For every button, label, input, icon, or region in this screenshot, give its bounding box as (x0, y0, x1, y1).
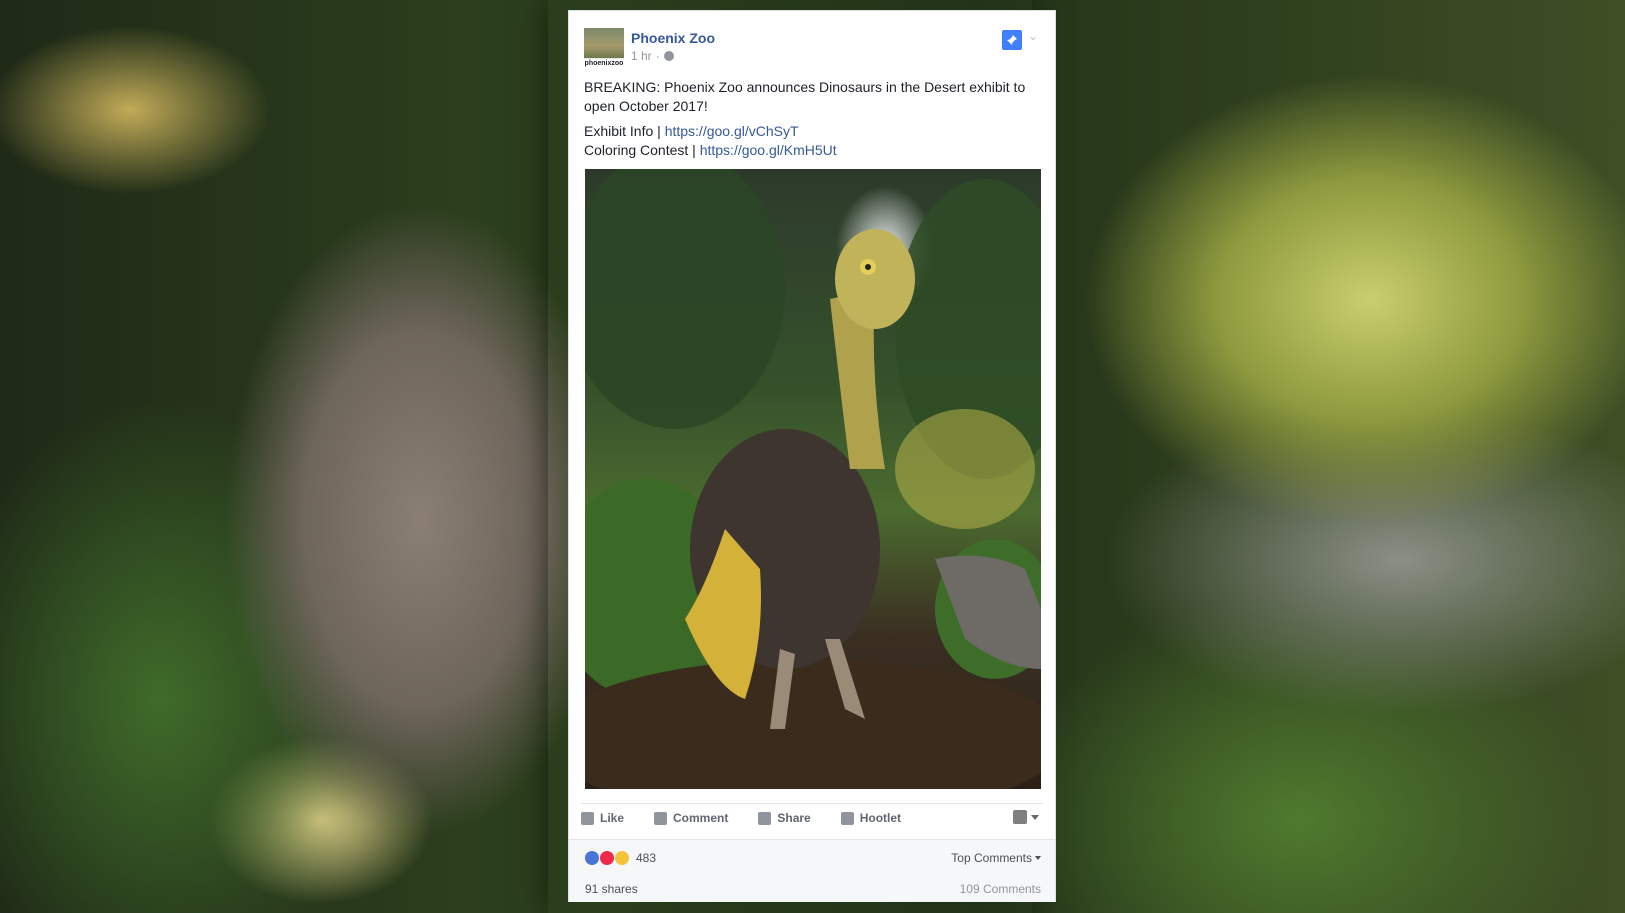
hootlet-label: Hootlet (859, 811, 902, 825)
post-header: phoenixzoo Phoenix Zoo 1 hr · ⌄ (584, 28, 1040, 78)
avatar-caption: phoenixzoo (584, 60, 624, 67)
caret-down-icon (1035, 856, 1041, 860)
shares-count[interactable]: 91 shares (585, 882, 638, 896)
share-button[interactable]: Share (758, 811, 811, 825)
post-timestamp[interactable]: 1 hr (631, 49, 652, 63)
comment-label: Comment (673, 811, 729, 825)
dinosaur-illustration (585, 169, 1041, 789)
exhibit-info-label: Exhibit Info | (584, 123, 665, 139)
like-reaction-icon (585, 851, 599, 865)
share-arrow-icon (758, 811, 772, 825)
meta-separator: · (655, 49, 660, 63)
post-message: BREAKING: Phoenix Zoo announces Dinosaur… (584, 78, 1034, 160)
post-meta: 1 hr · (631, 49, 674, 63)
like-label: Like (600, 811, 625, 825)
reaction-count[interactable]: 483 (636, 851, 656, 865)
share-label: Share (777, 811, 811, 825)
page-name-link[interactable]: Phoenix Zoo (631, 30, 715, 46)
thumbs-up-icon (581, 811, 594, 825)
wow-reaction-icon (615, 851, 629, 865)
like-button[interactable]: Like (581, 811, 624, 825)
post-text-line: BREAKING: Phoenix Zoo announces Dinosaur… (584, 79, 1026, 114)
profile-thumbnail-icon (1013, 810, 1027, 824)
coloring-contest-line: Coloring Contest | https://goo.gl/KmH5Ut (584, 141, 1034, 160)
post-actions-bar: Like Comment Share Hootlet (581, 803, 1043, 832)
exhibit-info-link[interactable]: https://goo.gl/vChSyT (665, 123, 799, 139)
comment-sort-dropdown[interactable]: Top Comments (951, 851, 1041, 865)
speech-bubble-icon (654, 811, 668, 825)
hootlet-button[interactable]: Hootlet (840, 811, 902, 825)
exhibit-info-line: Exhibit Info | https://goo.gl/vChSyT (584, 122, 1034, 141)
coloring-contest-link[interactable]: https://goo.gl/KmH5Ut (700, 142, 837, 158)
comments-count[interactable]: 109 Comments (960, 882, 1041, 896)
post-photo[interactable] (585, 169, 1041, 789)
hootlet-icon (840, 811, 854, 825)
comment-button[interactable]: Comment (654, 811, 728, 825)
comment-sort-label: Top Comments (951, 851, 1032, 865)
caret-down-icon (1031, 814, 1039, 820)
post-as-selector[interactable] (1013, 810, 1039, 824)
facebook-post-card: phoenixzoo Phoenix Zoo 1 hr · ⌄ BREAKING… (568, 10, 1056, 902)
reaction-icons[interactable] (585, 851, 630, 865)
pin-icon (1007, 35, 1017, 45)
page-avatar[interactable]: phoenixzoo (584, 28, 624, 68)
chevron-down-icon[interactable]: ⌄ (1026, 30, 1040, 44)
globe-icon[interactable] (663, 51, 674, 61)
post-stats-footer: 91 shares 109 Comments (569, 876, 1055, 902)
coloring-contest-label: Coloring Contest | (584, 142, 700, 158)
pin-button[interactable] (1002, 30, 1022, 50)
love-reaction-icon (600, 851, 614, 865)
reactions-summary: 483 Top Comments (569, 839, 1055, 877)
